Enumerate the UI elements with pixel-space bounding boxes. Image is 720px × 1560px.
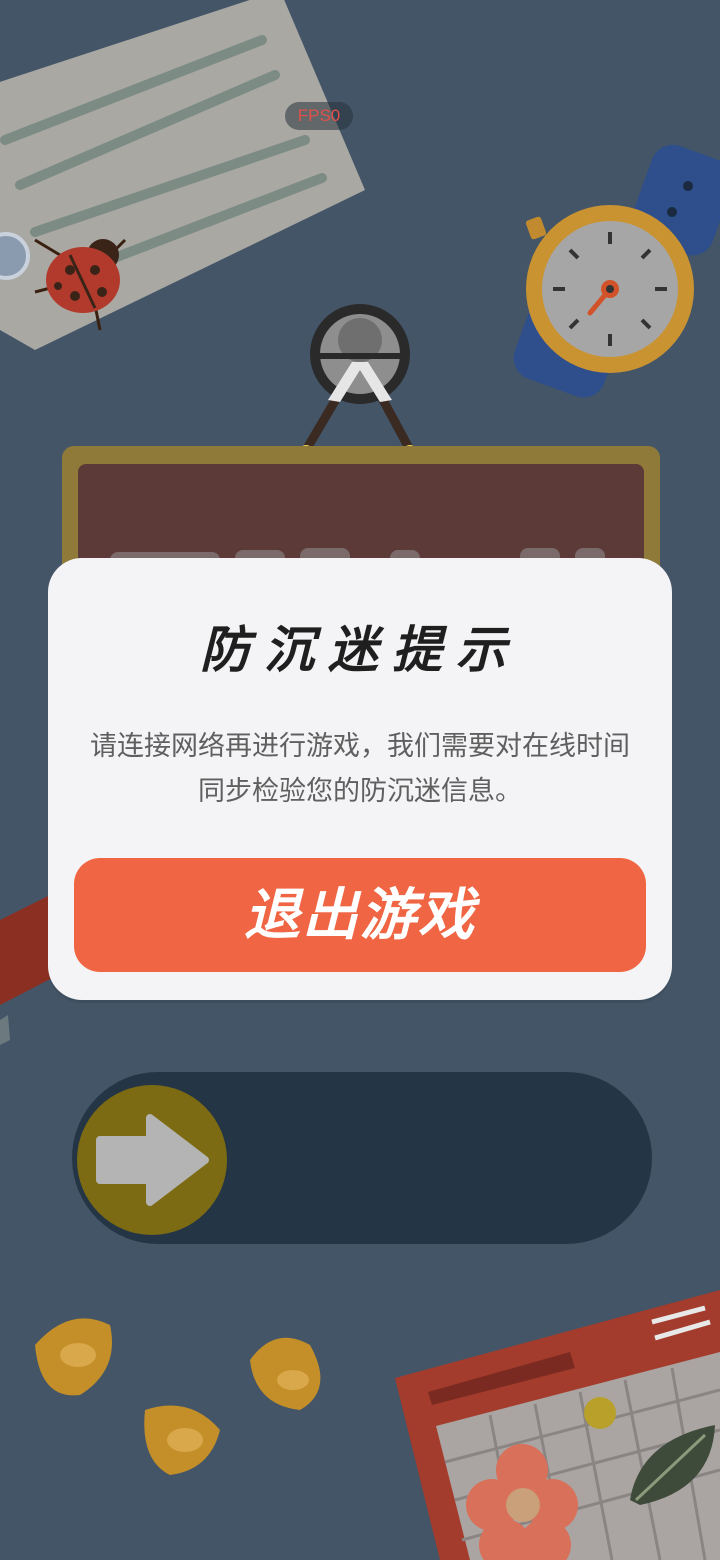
- anti-addiction-dialog: 防沉迷提示 请连接网络再进行游戏，我们需要对在线时间同步检验您的防沉迷信息。 退…: [48, 558, 672, 1000]
- exit-game-label: 退出游戏: [244, 883, 476, 948]
- dialog-message: 请连接网络再进行游戏，我们需要对在线时间同步检验您的防沉迷信息。: [90, 731, 630, 807]
- dialog-title: 防沉迷提示: [200, 621, 520, 679]
- exit-game-button[interactable]: 退出游戏: [74, 858, 646, 972]
